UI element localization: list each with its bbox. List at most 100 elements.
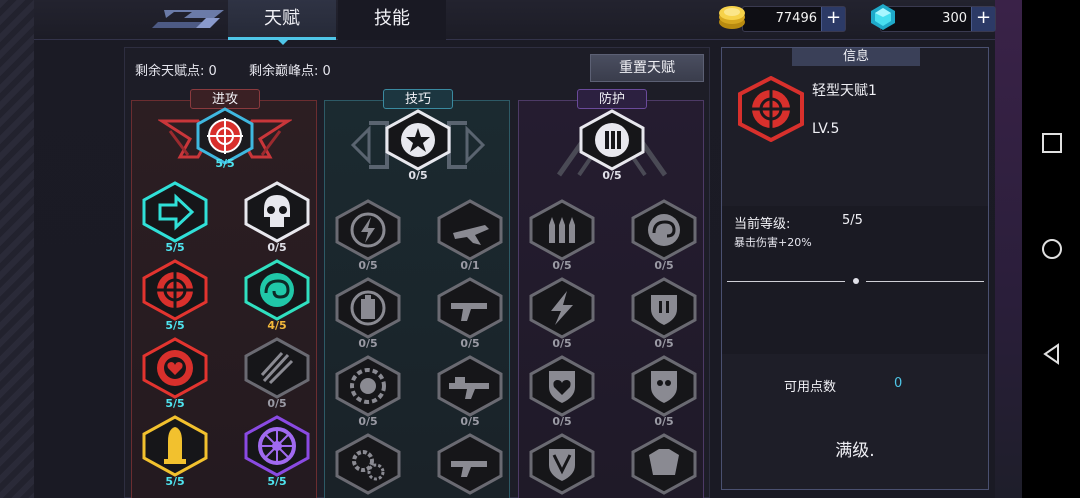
talent-level: 0/5	[602, 169, 622, 182]
talent-level: 0/5	[267, 397, 287, 410]
talent-level: 5/5	[215, 157, 235, 170]
talent-node-arrow[interactable]: 5/5	[140, 181, 210, 254]
crosshair-icon	[738, 76, 804, 142]
talent-level: 0/5	[267, 241, 287, 254]
talent-tree-panel: 剩余天赋点: 0 剩余巅峰点: 0 重置天赋 进攻 5/5 5/5 0/5 5/…	[124, 47, 710, 498]
back-arrow-icon[interactable]	[144, 4, 234, 34]
target-icon	[142, 259, 208, 321]
talent-level: 0/5	[408, 169, 428, 182]
top-bar: 天赋 技能	[34, 0, 995, 45]
gear-icon	[335, 355, 401, 417]
talent-node-jet[interactable]: 0/1	[435, 199, 505, 272]
bullet-icon	[142, 415, 208, 477]
talent-level: 5/5	[165, 241, 185, 254]
talent-level: 0/5	[654, 337, 674, 350]
talent-name: 轻型天赋1	[812, 83, 877, 99]
tab-skill[interactable]: 技能	[338, 0, 446, 40]
talent-node-lightning[interactable]: 0/5	[333, 199, 403, 272]
slash-icon	[244, 337, 310, 399]
available-points-label: 可用点数	[784, 380, 837, 395]
talent-node-gun-2[interactable]	[435, 433, 505, 498]
talent-level: 0/1	[460, 259, 480, 272]
skill-column-title: 技巧	[383, 89, 453, 109]
talent-node-bullets[interactable]: 0/5	[527, 199, 597, 272]
swirl-icon	[244, 259, 310, 321]
talent-node-gear[interactable]: 0/5	[333, 355, 403, 428]
talent-node-gears[interactable]	[333, 433, 403, 498]
talent-node-slash[interactable]: 0/5	[242, 337, 312, 410]
tab-talent[interactable]: 天赋	[228, 0, 336, 45]
talent-node-target[interactable]: 5/5	[140, 259, 210, 332]
talent-node-armor[interactable]	[629, 433, 699, 498]
lightning-icon	[335, 199, 401, 261]
skull-shield-icon	[631, 355, 697, 417]
talent-node-gun[interactable]: 0/5	[435, 277, 505, 350]
talent-node-rifle[interactable]: 0/5	[435, 355, 505, 428]
add-gem-button[interactable]: +	[971, 7, 995, 31]
back-icon[interactable]	[1041, 343, 1063, 365]
talent-level: 5/5	[267, 475, 287, 488]
talent-level: 4/5	[267, 319, 287, 332]
talent-node-heart[interactable]: 0/5	[527, 355, 597, 428]
heart-icon	[529, 355, 595, 417]
talent-node-swirl[interactable]: 4/5	[242, 259, 312, 332]
talent-level: 0/5	[460, 337, 480, 350]
reset-talent-button[interactable]: 重置天赋	[590, 54, 704, 82]
talent-level: 0/5	[552, 415, 572, 428]
talent-node-skull-shield[interactable]: 0/5	[629, 355, 699, 428]
shield-bullet-icon	[579, 109, 645, 171]
talent-node-bullet[interactable]: 5/5	[140, 415, 210, 488]
talent-node-heart-gear[interactable]: 5/5	[140, 337, 210, 410]
info-panel-title: 信息	[792, 48, 920, 66]
battery-icon	[335, 277, 401, 339]
divider	[866, 281, 984, 282]
recent-apps-icon[interactable]	[1041, 132, 1063, 154]
wheel-icon	[244, 415, 310, 477]
defense-column-title: 防护	[577, 89, 647, 109]
talent-node-shield[interactable]: 0/5	[629, 277, 699, 350]
remaining-peak-points: 剩余巅峰点: 0	[248, 64, 331, 79]
home-icon[interactable]	[1041, 238, 1063, 260]
attack-column: 进攻 5/5 5/5 0/5 5/5 4/5 5/5 0/5 5/5 5/5	[131, 89, 317, 498]
current-level-label: 当前等级:	[734, 217, 791, 232]
gold-value: 77496	[775, 11, 817, 26]
gem-icon	[871, 4, 895, 30]
talent-level: 0/5	[358, 415, 378, 428]
available-points-value: 0	[894, 376, 903, 391]
talent-node-swirl-def[interactable]: 0/5	[629, 199, 699, 272]
game-screen: 天赋 技能 77496 + 300 + 剩余天赋点: 0 剩余巅峰点: 0 重置…	[0, 0, 1022, 498]
remaining-points: 剩余天赋点: 0 剩余巅峰点: 0	[135, 60, 359, 79]
skull-icon	[244, 181, 310, 243]
rifle-icon	[437, 355, 503, 417]
talent-level: 0/5	[358, 337, 378, 350]
right-decor-stripe	[995, 0, 1022, 498]
talent-node-lightning-def[interactable]: 0/5	[527, 277, 597, 350]
left-decor-stripe	[0, 0, 34, 498]
talent-node-battery[interactable]: 0/5	[333, 277, 403, 350]
arrow-icon	[142, 181, 208, 243]
talent-node-shield-v[interactable]	[527, 433, 597, 498]
add-gold-button[interactable]: +	[821, 7, 845, 31]
talent-node-crosshair[interactable]: 5/5	[190, 107, 260, 179]
talent-node-star[interactable]: 0/5	[383, 109, 453, 182]
gun-icon	[437, 433, 503, 495]
shield-v-icon	[529, 433, 595, 495]
tab-skill-label: 技能	[374, 8, 410, 29]
talent-node-shield-bullet[interactable]: 0/5	[577, 109, 647, 182]
defense-column: 防护 0/5 0/5 0/5 0/5 0/5 0/5 0/5	[518, 89, 704, 498]
talent-level: 0/5	[654, 259, 674, 272]
divider	[727, 281, 845, 282]
talent-level: 0/5	[552, 337, 572, 350]
gold-coin-icon	[719, 6, 745, 29]
talent-node-wheel[interactable]: 5/5	[242, 415, 312, 488]
attack-column-title: 进攻	[190, 89, 260, 109]
android-nav-bar	[1022, 0, 1080, 498]
gun-icon	[437, 277, 503, 339]
max-level-text: 满级.	[835, 441, 875, 461]
remaining-talent-points: 剩余天赋点: 0	[135, 64, 217, 79]
gold-counter: 77496 +	[742, 6, 846, 32]
talent-level: 5/5	[165, 319, 185, 332]
talent-level: 5/5	[165, 397, 185, 410]
talent-node-skull[interactable]: 0/5	[242, 181, 312, 254]
shield-icon	[631, 277, 697, 339]
